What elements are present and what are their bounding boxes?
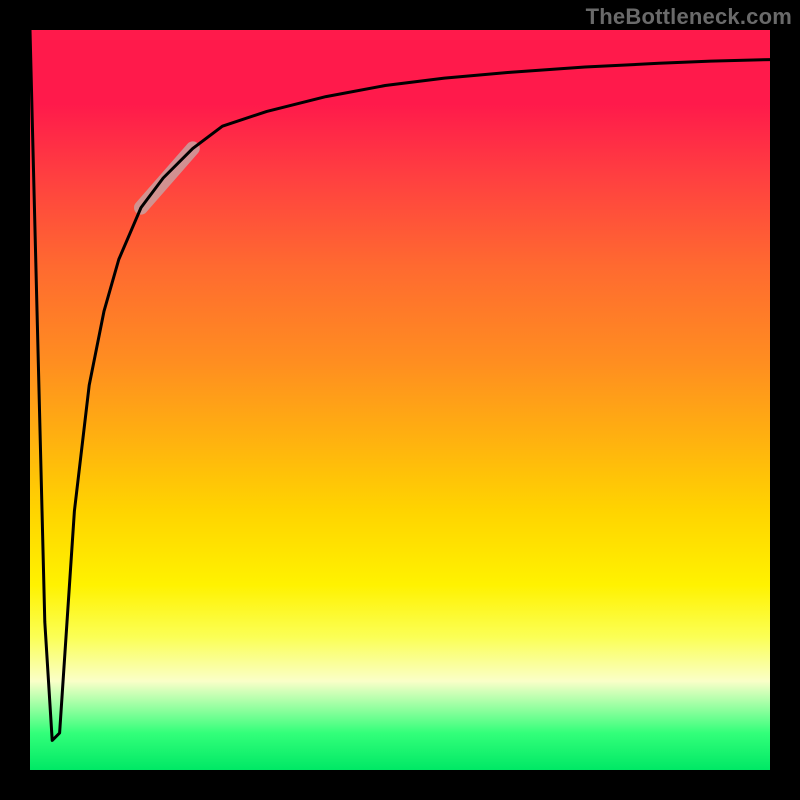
curve-line [30, 30, 770, 740]
watermark-label: TheBottleneck.com [586, 4, 792, 30]
chart-container: TheBottleneck.com [0, 0, 800, 800]
plot-area [30, 30, 770, 770]
curve-svg [30, 30, 770, 770]
